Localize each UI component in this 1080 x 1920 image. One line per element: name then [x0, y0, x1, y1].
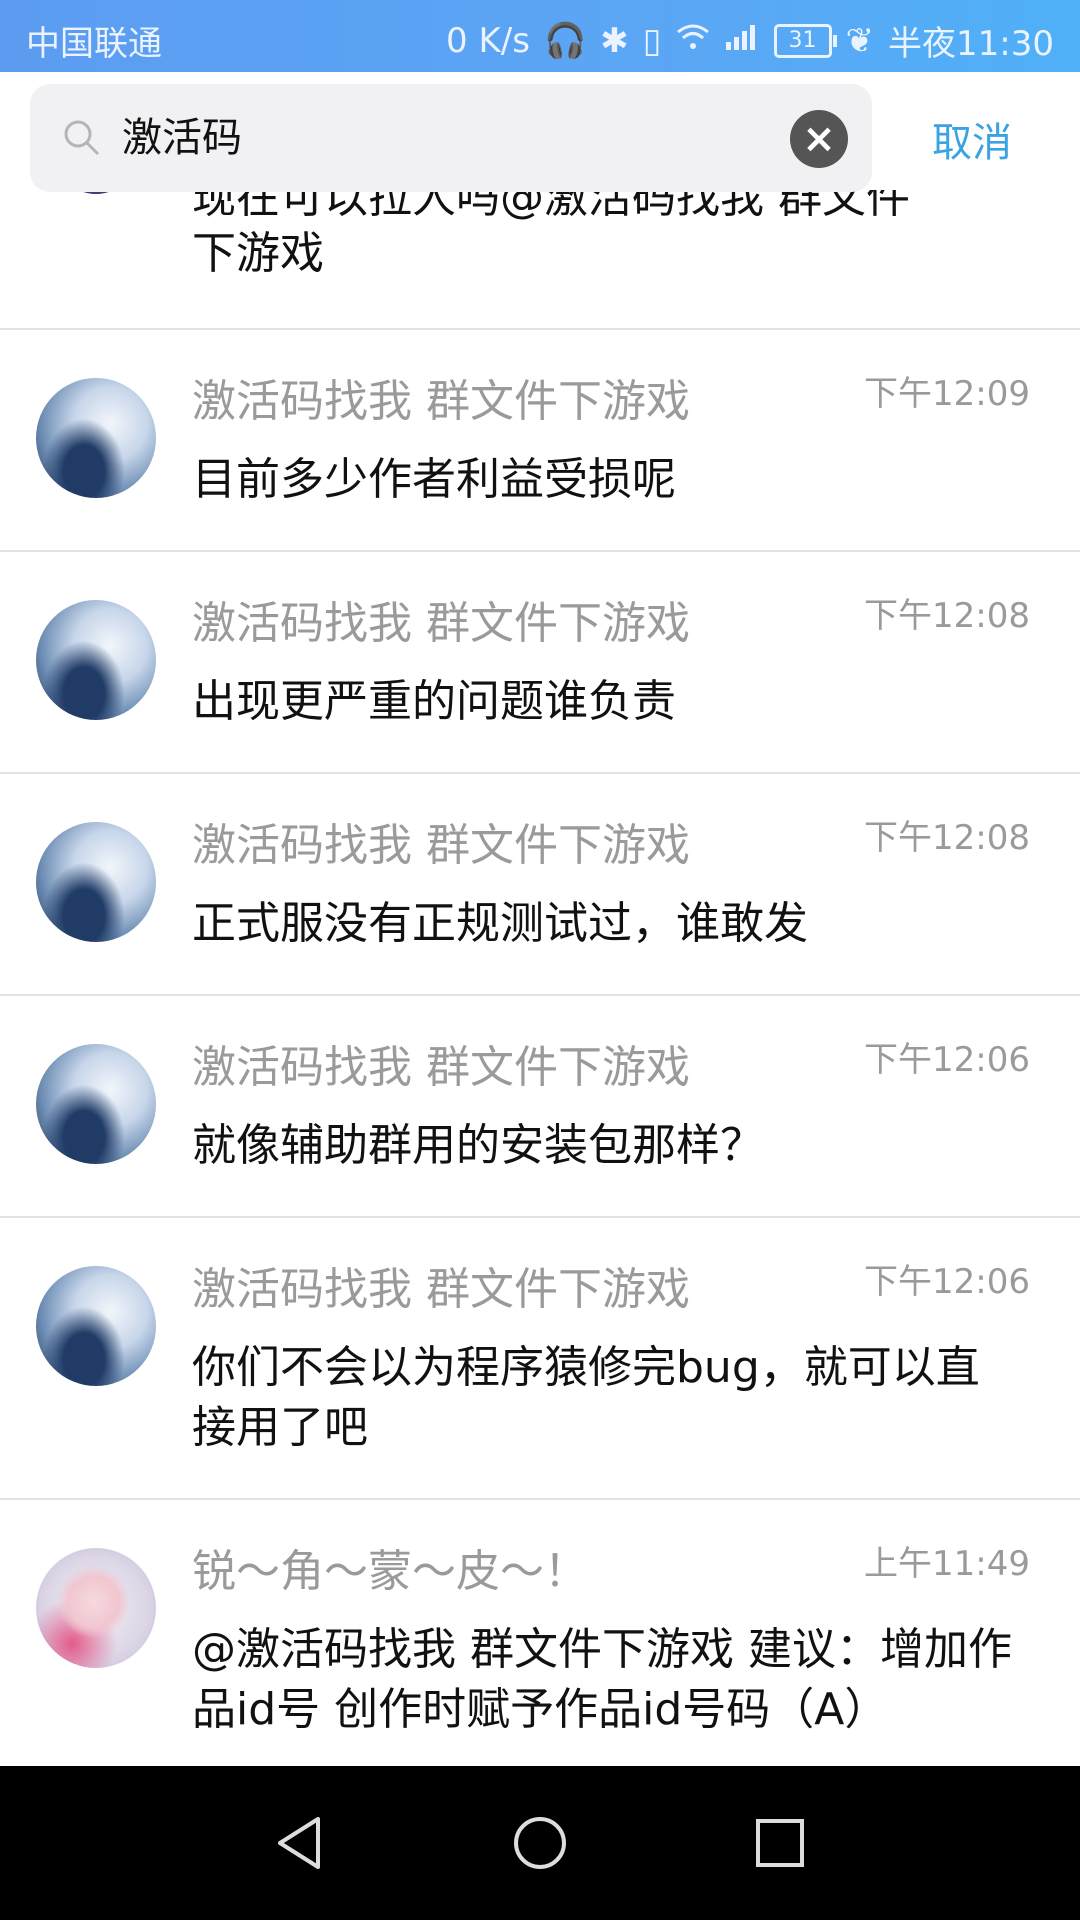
avatar [36, 600, 156, 720]
message-text: 现在可以拉人吗@激活码找我 群文件 下游戏 [192, 190, 910, 279]
recents-icon[interactable] [748, 1811, 812, 1875]
avatar [36, 822, 156, 942]
message-text: 目前多少作者利益受损呢 [192, 454, 676, 505]
message-time: 下午12:06 [864, 1040, 1030, 1080]
message-text: 正式服没有正规测试过，谁敢发 [192, 898, 808, 949]
search-input[interactable]: 激活码 × [30, 84, 872, 192]
message-time: 下午12:08 [864, 596, 1030, 636]
sender-name: 激活码找我 群文件下游戏 [192, 1264, 690, 1315]
vibrate-icon: ▯ [642, 20, 662, 61]
list-item[interactable]: 激活码找我 群文件下游戏 下午12:09 目前多少作者利益受损呢 [0, 328, 1080, 552]
message-text: 出现更严重的问题谁负责 [192, 676, 676, 727]
signal-icon [724, 21, 760, 61]
avatar [36, 1044, 156, 1164]
list-item[interactable]: 锐～角～蒙～皮～！ 上午11:49 @激活码找我 群文件下游戏 建议：增加作品i… [0, 1498, 1080, 1766]
search-query: 激活码 [122, 115, 242, 161]
list-item[interactable]: 激活码找我 群文件下游戏 下午12:06 就像辅助群用的安装包那样？ [0, 994, 1080, 1218]
search-icon [64, 120, 100, 156]
sender-name: 激活码找我 群文件下游戏 [192, 1042, 690, 1093]
home-icon[interactable] [508, 1811, 572, 1875]
search-header: 激活码 × 取消 [0, 72, 1080, 192]
back-icon[interactable] [268, 1811, 332, 1875]
status-bar: 中国联通 0 K/s 🎧 ✱ ▯ 31 ❦ 半夜11:30 [0, 0, 1080, 72]
search-results-list: 现在可以拉人吗@激活码找我 群文件 下游戏 激活码找我 群文件下游戏 下午12:… [0, 190, 1080, 1766]
headphone-icon: 🎧 [543, 20, 587, 61]
message-time: 下午12:06 [864, 1262, 1030, 1302]
status-icons: 0 K/s 🎧 ✱ ▯ 31 ❦ 半夜11:30 [446, 16, 1054, 65]
list-item[interactable]: 激活码找我 群文件下游戏 下午12:08 正式服没有正规测试过，谁敢发 [0, 772, 1080, 996]
cancel-button[interactable]: 取消 [932, 110, 1012, 168]
message-time: 上午11:49 [864, 1544, 1030, 1584]
list-item[interactable]: 现在可以拉人吗@激活码找我 群文件 下游戏 [0, 190, 1080, 330]
clear-icon[interactable]: × [790, 110, 848, 168]
navigation-bar [0, 1766, 1080, 1920]
message-time: 下午12:09 [864, 374, 1030, 414]
message-text: 你们不会以为程序猿修完bug，就可以直接用了吧 [192, 1342, 980, 1453]
sender-name: 锐～角～蒙～皮～！ [192, 1546, 588, 1597]
avatar [36, 378, 156, 498]
wifi-icon [676, 21, 710, 61]
carrier-label: 中国联通 [26, 24, 162, 64]
network-speed: 0 K/s [446, 20, 530, 61]
sender-name: 激活码找我 群文件下游戏 [192, 820, 690, 871]
list-item[interactable]: 激活码找我 群文件下游戏 下午12:08 出现更严重的问题谁负责 [0, 550, 1080, 774]
bluetooth-icon: ✱ [600, 20, 629, 61]
sender-name: 激活码找我 群文件下游戏 [192, 376, 690, 427]
battery-icon: 31 [773, 23, 837, 58]
avatar [36, 1266, 156, 1386]
sender-name: 激活码找我 群文件下游戏 [192, 598, 690, 649]
list-item[interactable]: 激活码找我 群文件下游戏 下午12:06 你们不会以为程序猿修完bug，就可以直… [0, 1216, 1080, 1500]
message-time: 下午12:08 [864, 818, 1030, 858]
leaf-icon: ❦ [845, 20, 875, 61]
avatar [36, 1548, 156, 1668]
clock: 半夜11:30 [888, 24, 1054, 64]
message-text: @激活码找我 群文件下游戏 建议：增加作品id号 创作时赋予作品id号码（A） [192, 1624, 1012, 1735]
message-text: 就像辅助群用的安装包那样？ [192, 1120, 764, 1171]
